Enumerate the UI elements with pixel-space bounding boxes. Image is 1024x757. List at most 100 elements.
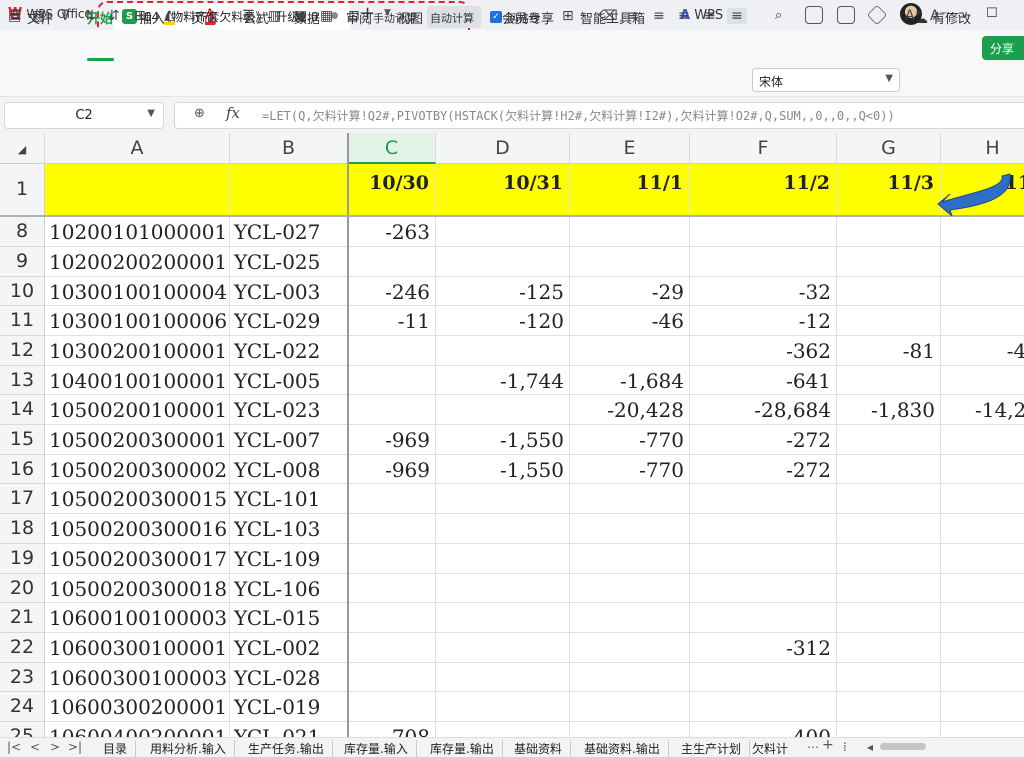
paste-icon[interactable]: ▧ — [32, 8, 45, 24]
row-header[interactable]: 10 — [0, 277, 45, 306]
shortage-value-cell[interactable]: -81 — [837, 336, 941, 366]
material-code-cell[interactable]: 10600400200001 — [45, 722, 230, 737]
shortage-value-cell[interactable] — [570, 603, 690, 633]
shortage-value-cell[interactable]: -362 — [690, 336, 837, 366]
material-id-cell[interactable]: YCL-021 — [230, 722, 348, 737]
material-id-cell[interactable]: YCL-106 — [230, 574, 348, 603]
shortage-value-cell[interactable] — [436, 574, 570, 603]
material-code-cell[interactable]: 10400100100001 — [45, 366, 230, 395]
row-header[interactable]: 12 — [0, 336, 45, 366]
shortage-value-cell[interactable]: -125 — [436, 277, 570, 306]
shortage-value-cell[interactable] — [436, 484, 570, 514]
header-cell[interactable] — [230, 164, 348, 217]
shortage-value-cell[interactable] — [690, 574, 837, 603]
shortage-value-cell[interactable] — [348, 336, 436, 366]
shortage-value-cell[interactable] — [837, 455, 941, 484]
material-code-cell[interactable]: 10500200100001 — [45, 395, 230, 425]
sheet-grid[interactable]: ◢ABCDEFGH110/3010/3111/111/211/311/81020… — [0, 133, 1024, 737]
cell-style-icon[interactable]: ⊞ — [562, 8, 574, 24]
shortage-value-cell[interactable] — [690, 514, 837, 544]
shortage-value-cell[interactable]: -272 — [690, 455, 837, 484]
shortage-value-cell[interactable] — [570, 484, 690, 514]
date-header-cell[interactable]: 10/31 — [436, 164, 570, 217]
sheet-tab[interactable]: 库存量.输出 — [430, 740, 503, 757]
shortage-value-cell[interactable] — [570, 514, 690, 544]
date-header-cell[interactable]: 11/2 — [690, 164, 837, 217]
shortage-value-cell[interactable] — [941, 306, 1024, 336]
formula-text[interactable]: =LET(Q,欠料计算!Q2#,PIVOTBY(HSTACK(欠料计算!H2#,… — [262, 107, 895, 124]
filter-icon[interactable]: ⊽ — [60, 8, 70, 24]
shortage-value-cell[interactable] — [837, 247, 941, 277]
date-header-cell[interactable]: 10/30 — [348, 164, 436, 217]
material-id-cell[interactable]: YCL-022 — [230, 336, 348, 366]
shortage-value-cell[interactable] — [941, 603, 1024, 633]
shortage-value-cell[interactable]: -969 — [348, 455, 436, 484]
column-header-e[interactable]: E — [570, 133, 690, 164]
scroll-left-icon[interactable]: ◂ — [867, 740, 873, 754]
shortage-value-cell[interactable] — [941, 514, 1024, 544]
first-sheet-icon[interactable]: |< — [7, 740, 21, 754]
row-header[interactable]: 11 — [0, 306, 45, 336]
shortage-value-cell[interactable] — [348, 574, 436, 603]
column-header-c[interactable]: C — [348, 133, 436, 164]
material-id-cell[interactable]: YCL-023 — [230, 395, 348, 425]
material-code-cell[interactable]: 10500200300016 — [45, 514, 230, 544]
material-id-cell[interactable]: YCL-005 — [230, 366, 348, 395]
shortage-value-cell[interactable] — [436, 692, 570, 722]
sheet-tab[interactable]: 用料分析.输入 — [150, 740, 235, 757]
font-family-select[interactable]: 宋体 ▼ — [752, 68, 900, 92]
column-header-b[interactable]: B — [230, 133, 348, 164]
shortage-value-cell[interactable] — [436, 514, 570, 544]
sort-desc-icon[interactable]: ⇵ — [108, 8, 120, 24]
shortage-value-cell[interactable]: -1,830 — [837, 395, 941, 425]
material-id-cell[interactable]: YCL-029 — [230, 306, 348, 336]
add-sheet-button[interactable]: + — [822, 737, 834, 753]
material-id-cell[interactable]: YCL-002 — [230, 633, 348, 663]
material-code-cell[interactable]: 10600100100003 — [45, 603, 230, 633]
shortage-value-cell[interactable] — [837, 574, 941, 603]
shortage-value-cell[interactable] — [690, 663, 837, 692]
align-icon[interactable]: ☰ — [242, 8, 255, 24]
row-header[interactable]: 19 — [0, 544, 45, 574]
shortage-value-cell[interactable] — [348, 484, 436, 514]
material-id-cell[interactable]: YCL-101 — [230, 484, 348, 514]
shortage-value-cell[interactable] — [348, 633, 436, 663]
shortage-value-cell[interactable]: -41 — [941, 336, 1024, 366]
shortage-value-cell[interactable] — [690, 217, 837, 247]
shortage-value-cell[interactable] — [348, 366, 436, 395]
material-code-cell[interactable]: 10600300100001 — [45, 633, 230, 663]
shortage-value-cell[interactable] — [837, 692, 941, 722]
row-header[interactable]: 21 — [0, 603, 45, 633]
name-box[interactable]: C2 ▼ — [4, 102, 164, 129]
sheet-tab[interactable]: 欠料计 — [752, 740, 788, 757]
shortage-value-cell[interactable]: -312 — [690, 633, 837, 663]
align-center-icon[interactable]: ≡ — [678, 8, 690, 24]
shortage-value-cell[interactable]: -120 — [436, 306, 570, 336]
more-sheets-icon[interactable]: ⋯ — [807, 740, 819, 754]
material-code-cell[interactable]: 10600300200001 — [45, 692, 230, 722]
shortage-value-cell[interactable]: -1,684 — [570, 366, 690, 395]
shortage-value-cell[interactable] — [570, 544, 690, 574]
shortage-value-cell[interactable]: -246 — [348, 277, 436, 306]
material-id-cell[interactable]: YCL-007 — [230, 425, 348, 455]
shortage-value-cell[interactable] — [348, 603, 436, 633]
material-code-cell[interactable]: 10500200300015 — [45, 484, 230, 514]
row-header[interactable]: 16 — [0, 455, 45, 484]
row-header[interactable]: 1 — [0, 164, 45, 217]
sort-asc-icon[interactable]: ⇅ — [84, 8, 96, 24]
shortage-value-cell[interactable] — [941, 574, 1024, 603]
shortage-value-cell[interactable] — [570, 692, 690, 722]
shortage-value-cell[interactable] — [570, 336, 690, 366]
calc-icon[interactable]: ▦ — [320, 8, 333, 24]
material-id-cell[interactable]: YCL-015 — [230, 603, 348, 633]
column-icon[interactable]: ▥ — [268, 8, 281, 24]
shortage-value-cell[interactable] — [436, 336, 570, 366]
row-header[interactable]: 18 — [0, 514, 45, 544]
row-header[interactable]: 25 — [0, 722, 45, 737]
shortage-value-cell[interactable] — [436, 544, 570, 574]
column-header-h[interactable]: H — [941, 133, 1024, 164]
last-sheet-icon[interactable]: >| — [68, 740, 82, 754]
shortage-value-cell[interactable]: -272 — [690, 425, 837, 455]
material-id-cell[interactable]: YCL-019 — [230, 692, 348, 722]
row-header[interactable]: 17 — [0, 484, 45, 514]
